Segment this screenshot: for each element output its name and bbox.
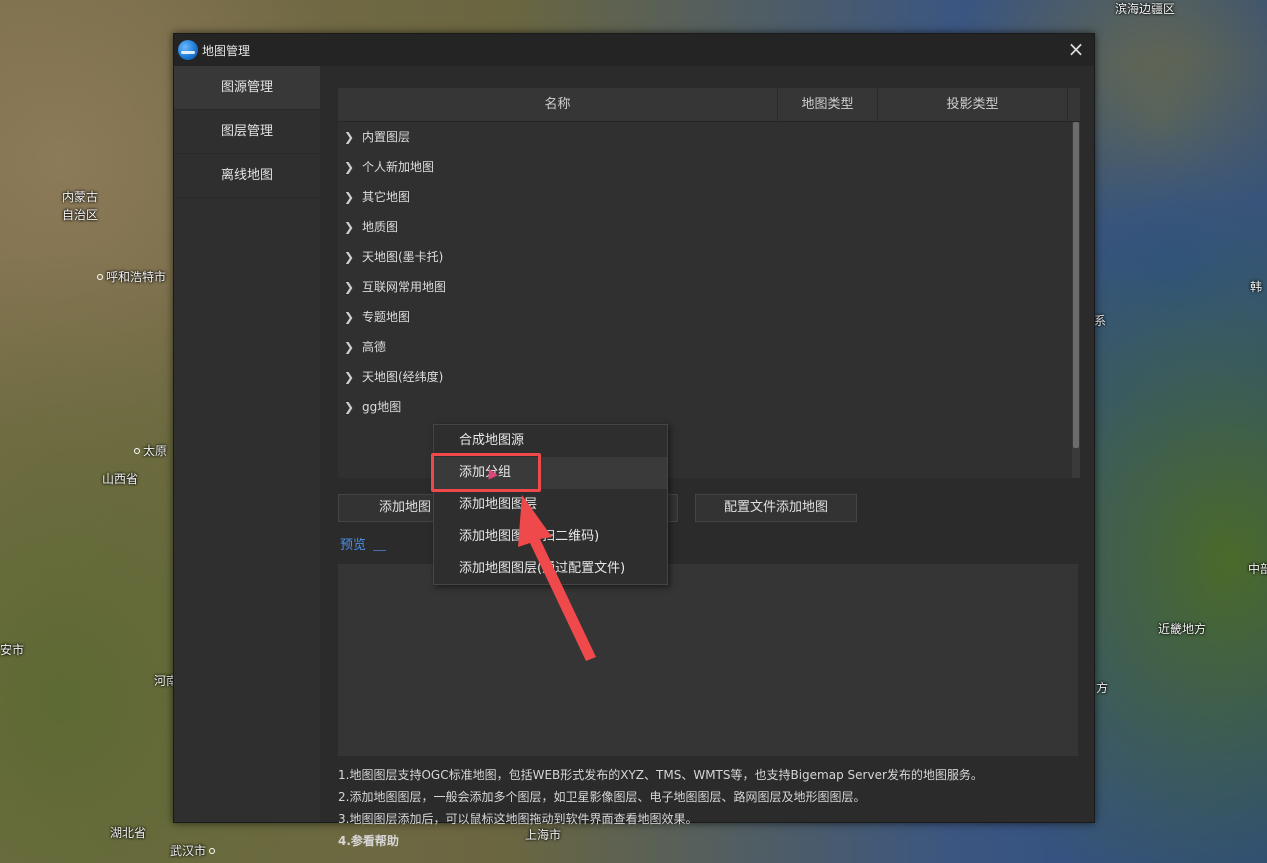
column-header-map-type[interactable]: 地图类型 [778, 88, 878, 122]
chevron-right-icon[interactable]: ❯ [344, 152, 362, 182]
row-label: gg地图 [362, 400, 402, 414]
city-dot-icon [97, 274, 103, 280]
map-label-text: 武汉市 [170, 844, 207, 858]
table-row[interactable]: ❯ 地质图 [338, 212, 1080, 242]
row-label: 天地图(经纬度) [362, 370, 444, 384]
table-row[interactable]: ❯ gg地图 [338, 392, 1080, 422]
map-label: 滨海边疆区 [1115, 2, 1176, 16]
table-row[interactable]: ❯ 高德 [338, 332, 1080, 362]
sidebar: 图源管理 图层管理 离线地图 [174, 66, 320, 822]
row-label: 天地图(墨卡托) [362, 250, 444, 264]
title-bar: 地图管理 × [174, 34, 1094, 66]
menu-item-add-group[interactable]: 添加分组 [434, 457, 667, 489]
table-body: ❯ 内置图层 ❯ 个人新加地图 ❯ 其它地图 ❯ 地质图 ❯ 天地图(墨卡托) ❯ 互联网常… [338, 122, 1080, 422]
row-label: 专题地图 [362, 310, 411, 324]
table-row[interactable]: ❯ 内置图层 [338, 122, 1080, 152]
table-row[interactable]: ❯ 天地图(经纬度) [338, 362, 1080, 392]
chevron-right-icon[interactable]: ❯ [344, 212, 362, 242]
chevron-right-icon[interactable]: ❯ [344, 362, 362, 392]
chevron-right-icon[interactable]: ❯ [344, 332, 362, 362]
sidebar-item-offline-map[interactable]: 离线地图 [174, 154, 320, 198]
help-line: 2.添加地图图层，一般会添加多个图层，如卫星影像图层、电子地图图层、路网图层及地… [338, 790, 866, 804]
column-header-name[interactable]: 名称 [338, 88, 778, 122]
map-label: 韩 [1250, 280, 1263, 294]
menu-item-compose-source[interactable]: 合成地图源 [434, 425, 667, 457]
table-row[interactable]: ❯ 天地图(墨卡托) [338, 242, 1080, 272]
map-label: 湖北省 [110, 826, 147, 840]
table-scrollbar[interactable] [1072, 122, 1080, 478]
app-logo-icon [178, 40, 198, 60]
city-dot-icon [209, 848, 216, 854]
row-label: 高德 [362, 340, 387, 354]
preview-area [338, 564, 1078, 756]
annotation-arrow-icon [518, 495, 596, 661]
row-label: 互联网常用地图 [362, 280, 447, 294]
city-dot-icon [134, 448, 140, 454]
map-label-text: 呼和浩特市 [106, 270, 167, 284]
row-label: 内置图层 [362, 130, 411, 144]
scrollbar-thumb[interactable] [1073, 122, 1079, 448]
sidebar-item-source-manager[interactable]: 图源管理 [174, 66, 320, 110]
row-label: 地质图 [362, 220, 399, 234]
chevron-right-icon[interactable]: ❯ [344, 272, 362, 302]
map-label: 安市 [0, 643, 25, 657]
map-label: 中部 [1248, 562, 1267, 576]
help-text: 1.地图图层支持OGC标准地图，包括WEB形式发布的XYZ、TMS、WMTS等，… [338, 764, 983, 852]
double-chevron-down-icon: ⸏ [373, 538, 387, 553]
map-source-table: 名称 地图类型 投影类型 ❯ 内置图层 ❯ 个人新加地图 ❯ 其它地图 ❯ 地质图 ❯ 天… [338, 88, 1080, 478]
table-row[interactable]: ❯ 个人新加地图 [338, 152, 1080, 182]
row-label: 个人新加地图 [362, 160, 435, 174]
help-line: 1.地图图层支持OGC标准地图，包括WEB形式发布的XYZ、TMS、WMTS等，… [338, 768, 983, 782]
map-label-city: 武汉市 [170, 842, 218, 859]
row-label: 其它地图 [362, 190, 411, 204]
help-link[interactable]: 4.参看帮助 [338, 830, 983, 852]
map-label-city: 呼和浩特市 [97, 268, 166, 285]
chevron-right-icon[interactable]: ❯ [344, 122, 362, 152]
map-label: 近畿地方 [1158, 622, 1207, 636]
preview-label: 预览 [340, 538, 367, 553]
close-icon[interactable]: × [1064, 38, 1088, 62]
map-label: 内蒙古 [62, 190, 99, 204]
table-header: 名称 地图类型 投影类型 [338, 88, 1080, 122]
table-row[interactable]: ❯ 其它地图 [338, 182, 1080, 212]
preview-toggle[interactable]: 预览 ⸏ [340, 534, 386, 553]
config-add-map-button[interactable]: 配置文件添加地图 [695, 494, 857, 522]
map-label: 自治区 [62, 208, 99, 222]
map-label: 方 [1096, 681, 1109, 695]
sidebar-item-layer-manager[interactable]: 图层管理 [174, 110, 320, 154]
chevron-right-icon[interactable]: ❯ [344, 392, 362, 422]
column-header-projection[interactable]: 投影类型 [878, 88, 1068, 122]
help-line: 3.地图图层添加后，可以鼠标这地图拖动到软件界面查看地图效果。 [338, 812, 698, 826]
chevron-right-icon[interactable]: ❯ [344, 242, 362, 272]
map-label: 系 [1094, 314, 1107, 328]
table-row[interactable]: ❯ 专题地图 [338, 302, 1080, 332]
chevron-right-icon[interactable]: ❯ [344, 182, 362, 212]
chevron-right-icon[interactable]: ❯ [344, 302, 362, 332]
map-label: 山西省 [102, 472, 139, 486]
map-label-text: 太原 [143, 444, 168, 458]
map-label-city: 太原 [134, 442, 167, 459]
window-title: 地图管理 [202, 43, 251, 58]
table-row[interactable]: ❯ 互联网常用地图 [338, 272, 1080, 302]
